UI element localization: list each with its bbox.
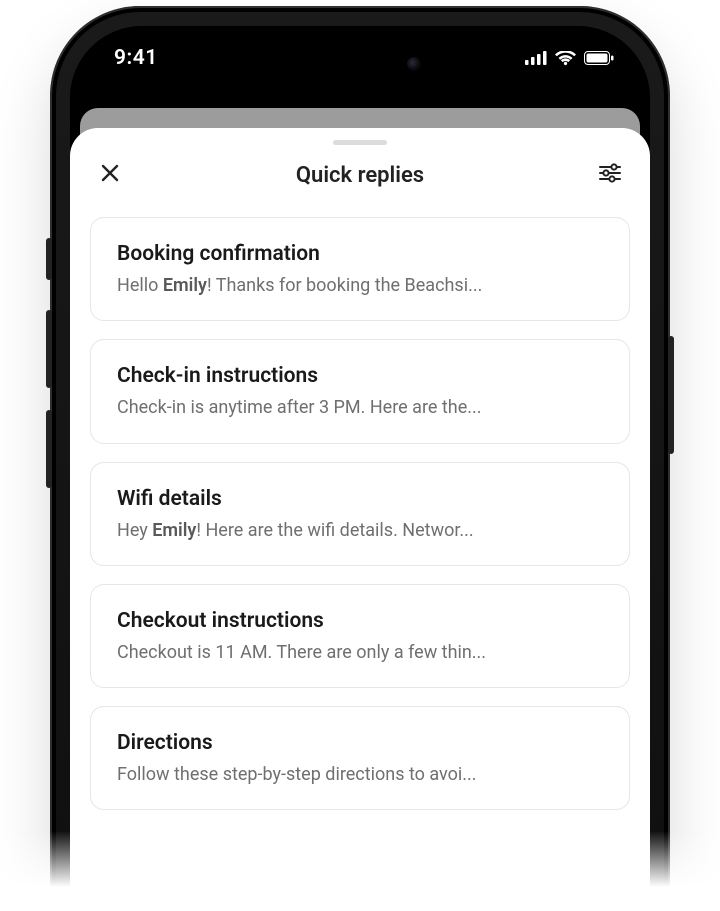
quick-reply-title: Checkout instructions [117, 609, 603, 633]
sliders-icon [599, 163, 621, 187]
side-button [46, 238, 52, 280]
close-button[interactable] [94, 159, 126, 191]
quick-replies-list: Booking confirmation Hello Emily! Thanks … [70, 199, 650, 810]
battery-icon [584, 51, 614, 65]
quick-reply-preview: Follow these step-by-step directions to … [117, 763, 603, 787]
power-button [668, 336, 674, 454]
phone-screen: 9:41 [70, 26, 650, 911]
quick-replies-sheet: Quick replies [70, 128, 650, 911]
dynamic-island [285, 44, 435, 84]
front-camera [407, 57, 421, 71]
sheet-title: Quick replies [296, 163, 424, 188]
close-icon [101, 164, 119, 186]
wifi-icon [555, 51, 576, 66]
quick-reply-title: Wifi details [117, 487, 603, 511]
volume-down-button [46, 410, 52, 488]
settings-button[interactable] [594, 159, 626, 191]
quick-reply-preview: Checkout is 11 AM. There are only a few … [117, 641, 603, 665]
quick-reply-title: Directions [117, 731, 603, 755]
quick-reply-title: Check-in instructions [117, 364, 603, 388]
quick-reply-card[interactable]: Directions Follow these step-by-step dire… [90, 706, 630, 810]
sheet-grabber[interactable] [333, 140, 387, 145]
quick-reply-card[interactable]: Wifi details Hey Emily! Here are the wifi… [90, 462, 630, 566]
quick-reply-card[interactable]: Checkout instructions Checkout is 11 AM. … [90, 584, 630, 688]
quick-reply-preview: Check-in is anytime after 3 PM. Here are… [117, 396, 603, 420]
sheet-header: Quick replies [70, 151, 650, 199]
cellular-icon [525, 51, 547, 65]
quick-reply-preview: Hey Emily! Here are the wifi details. Ne… [117, 519, 603, 543]
quick-reply-title: Booking confirmation [117, 242, 603, 266]
quick-reply-preview: Hello Emily! Thanks for booking the Beac… [117, 274, 603, 298]
volume-up-button [46, 310, 52, 388]
quick-reply-card[interactable]: Booking confirmation Hello Emily! Thanks … [90, 217, 630, 321]
quick-reply-card[interactable]: Check-in instructions Check-in is anytime… [90, 339, 630, 443]
status-time: 9:41 [114, 46, 158, 70]
phone-frame: 9:41 [50, 6, 670, 911]
